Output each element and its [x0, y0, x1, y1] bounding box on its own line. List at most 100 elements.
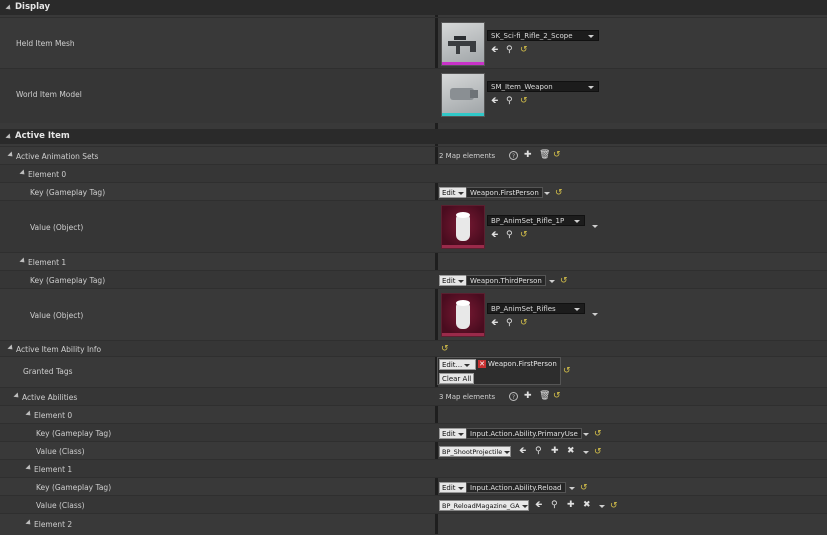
- granted-tag-chip[interactable]: ✕ Weapon.FirstPerson: [478, 360, 557, 368]
- add-icon[interactable]: ✚: [551, 446, 559, 456]
- edit-tag-button[interactable]: Edit: [439, 187, 467, 198]
- asset-type-bar: [442, 333, 484, 336]
- reset-to-default-icon[interactable]: ↺: [520, 230, 528, 240]
- browse-search-icon[interactable]: ⚲: [506, 96, 513, 106]
- add-icon[interactable]: ✚: [567, 500, 575, 510]
- reset-to-default-icon[interactable]: ↺: [553, 391, 561, 401]
- collapse-icon[interactable]: [25, 464, 33, 472]
- trash-icon[interactable]: 🗑: [539, 391, 550, 401]
- held-item-mesh-thumbnail[interactable]: [441, 22, 485, 66]
- anim-set-thumbnail[interactable]: [441, 293, 485, 337]
- clear-x-icon[interactable]: ✖: [583, 500, 591, 510]
- use-selected-arrow-icon[interactable]: 🡸: [491, 318, 498, 328]
- browse-search-icon[interactable]: ⚲: [506, 230, 513, 240]
- chevron-down-icon: [457, 191, 464, 195]
- reset-to-default-icon[interactable]: ↺: [555, 188, 563, 198]
- cylinder-asset-icon: [456, 212, 470, 241]
- collapse-icon[interactable]: [7, 151, 15, 159]
- reset-to-default-icon[interactable]: ↺: [520, 96, 528, 106]
- class-value: BP_ReloadMagazine_GA: [442, 502, 520, 510]
- edit-tags-button[interactable]: Edit...: [439, 359, 476, 370]
- held-item-mesh-label: Held Item Mesh: [16, 39, 75, 48]
- reset-to-default-icon[interactable]: ↺: [594, 447, 602, 457]
- edit-button-label: Edit...: [442, 361, 463, 369]
- use-selected-arrow-icon[interactable]: 🡸: [491, 45, 498, 55]
- collapse-icon: [5, 133, 13, 141]
- row-held-item-mesh: Held Item Mesh SK_Sci-fi_Rifle_2_Scope 🡸…: [0, 17, 827, 69]
- edit-tag-button[interactable]: Edit: [439, 275, 467, 286]
- help-icon[interactable]: ?: [509, 392, 518, 401]
- anim-set-thumbnail[interactable]: [441, 205, 485, 249]
- remove-tag-icon[interactable]: ✕: [478, 360, 486, 368]
- chevron-down-icon[interactable]: [569, 487, 575, 490]
- row-anim-element-1-key: Key (Gameplay Tag) Edit Weapon.ThirdPers…: [0, 270, 827, 289]
- reset-to-default-icon[interactable]: ↺: [563, 366, 571, 376]
- chevron-down-icon[interactable]: [583, 433, 589, 436]
- reset-to-default-icon[interactable]: ↺: [610, 501, 618, 511]
- browse-search-icon[interactable]: ⚲: [506, 45, 513, 55]
- add-element-icon[interactable]: ✚: [524, 150, 532, 160]
- reset-to-default-icon[interactable]: ↺: [520, 45, 528, 55]
- gameplay-tag-box[interactable]: Weapon.ThirdPerson: [466, 275, 546, 286]
- help-icon[interactable]: ?: [509, 151, 518, 160]
- category-active-item[interactable]: Active Item: [0, 129, 827, 144]
- anim-set-dropdown[interactable]: BP_AnimSet_Rifle_1P: [487, 215, 585, 226]
- world-item-model-thumbnail[interactable]: [441, 73, 485, 117]
- chevron-down-icon[interactable]: [592, 225, 598, 228]
- clear-all-label: Clear All: [442, 375, 472, 383]
- browse-search-icon[interactable]: ⚲: [551, 500, 558, 510]
- clear-x-icon[interactable]: ✖: [567, 446, 575, 456]
- reset-to-default-icon[interactable]: ↺: [441, 344, 449, 354]
- asset-type-bar: [442, 113, 484, 116]
- gameplay-tag-box[interactable]: Input.Action.Ability.PrimaryUse: [466, 428, 582, 439]
- asset-type-bar: [442, 62, 484, 65]
- edit-tag-button[interactable]: Edit: [439, 482, 467, 493]
- trash-icon[interactable]: 🗑: [539, 150, 550, 160]
- add-element-icon[interactable]: ✚: [524, 391, 532, 401]
- browse-search-icon[interactable]: ⚲: [506, 318, 513, 328]
- chevron-down-icon[interactable]: [549, 280, 555, 283]
- anim-set-dropdown[interactable]: BP_AnimSet_Rifles: [487, 303, 585, 314]
- gameplay-tag-value: Input.Action.Ability.PrimaryUse: [470, 430, 578, 438]
- use-selected-arrow-icon[interactable]: 🡸: [535, 500, 542, 510]
- chevron-down-icon[interactable]: [599, 505, 605, 508]
- edit-tag-button[interactable]: Edit: [439, 428, 467, 439]
- reset-to-default-icon[interactable]: ↺: [594, 429, 602, 439]
- reset-to-default-icon[interactable]: ↺: [553, 150, 561, 160]
- value-label: Value (Class): [36, 447, 85, 456]
- gameplay-tag-box[interactable]: Weapon.FirstPerson: [466, 187, 543, 198]
- use-selected-arrow-icon[interactable]: 🡸: [491, 230, 498, 240]
- held-item-mesh-dropdown[interactable]: SK_Sci-fi_Rifle_2_Scope: [487, 30, 599, 41]
- collapse-icon[interactable]: [19, 169, 27, 177]
- collapse-icon[interactable]: [25, 519, 33, 527]
- value-label: Value (Class): [36, 501, 85, 510]
- edit-button-label: Edit: [442, 277, 456, 285]
- clear-all-button[interactable]: Clear All: [439, 373, 475, 384]
- reset-to-default-icon[interactable]: ↺: [560, 276, 568, 286]
- chevron-down-icon: [588, 86, 594, 89]
- class-picker[interactable]: BP_ShootProjectile: [439, 446, 512, 457]
- granted-tags-container: Edit... ✕ Weapon.FirstPerson Clear All: [437, 357, 561, 385]
- gameplay-tag-box[interactable]: Input.Action.Ability.Reload: [466, 482, 566, 493]
- browse-search-icon[interactable]: ⚲: [535, 446, 542, 456]
- world-item-model-label: World Item Model: [16, 90, 82, 99]
- reset-to-default-icon[interactable]: ↺: [580, 483, 588, 493]
- world-item-model-dropdown[interactable]: SM_Item_Weapon: [487, 81, 599, 92]
- class-picker[interactable]: BP_ReloadMagazine_GA: [439, 500, 529, 511]
- row-ability-element-0-value: Value (Class) BP_ShootProjectile 🡸 ⚲ ✚ ✖…: [0, 441, 827, 460]
- reset-to-default-icon[interactable]: ↺: [520, 318, 528, 328]
- category-display[interactable]: Display: [0, 0, 827, 15]
- collapse-icon[interactable]: [19, 257, 27, 265]
- collapse-icon[interactable]: [25, 410, 33, 418]
- chevron-down-icon[interactable]: [583, 451, 589, 454]
- use-selected-arrow-icon[interactable]: 🡸: [519, 446, 526, 456]
- chevron-down-icon[interactable]: [592, 313, 598, 316]
- collapse-icon[interactable]: [7, 344, 15, 352]
- row-ability-element-0: Element 0: [0, 405, 827, 424]
- collapse-icon: [5, 4, 13, 12]
- use-selected-arrow-icon[interactable]: 🡸: [491, 96, 498, 106]
- granted-tags-label: Granted Tags: [23, 367, 73, 376]
- chevron-down-icon[interactable]: [544, 192, 550, 195]
- collapse-icon[interactable]: [13, 392, 21, 400]
- row-active-abilities: Active Abilities 3 Map elements ? ✚ 🗑 ↺: [0, 387, 827, 406]
